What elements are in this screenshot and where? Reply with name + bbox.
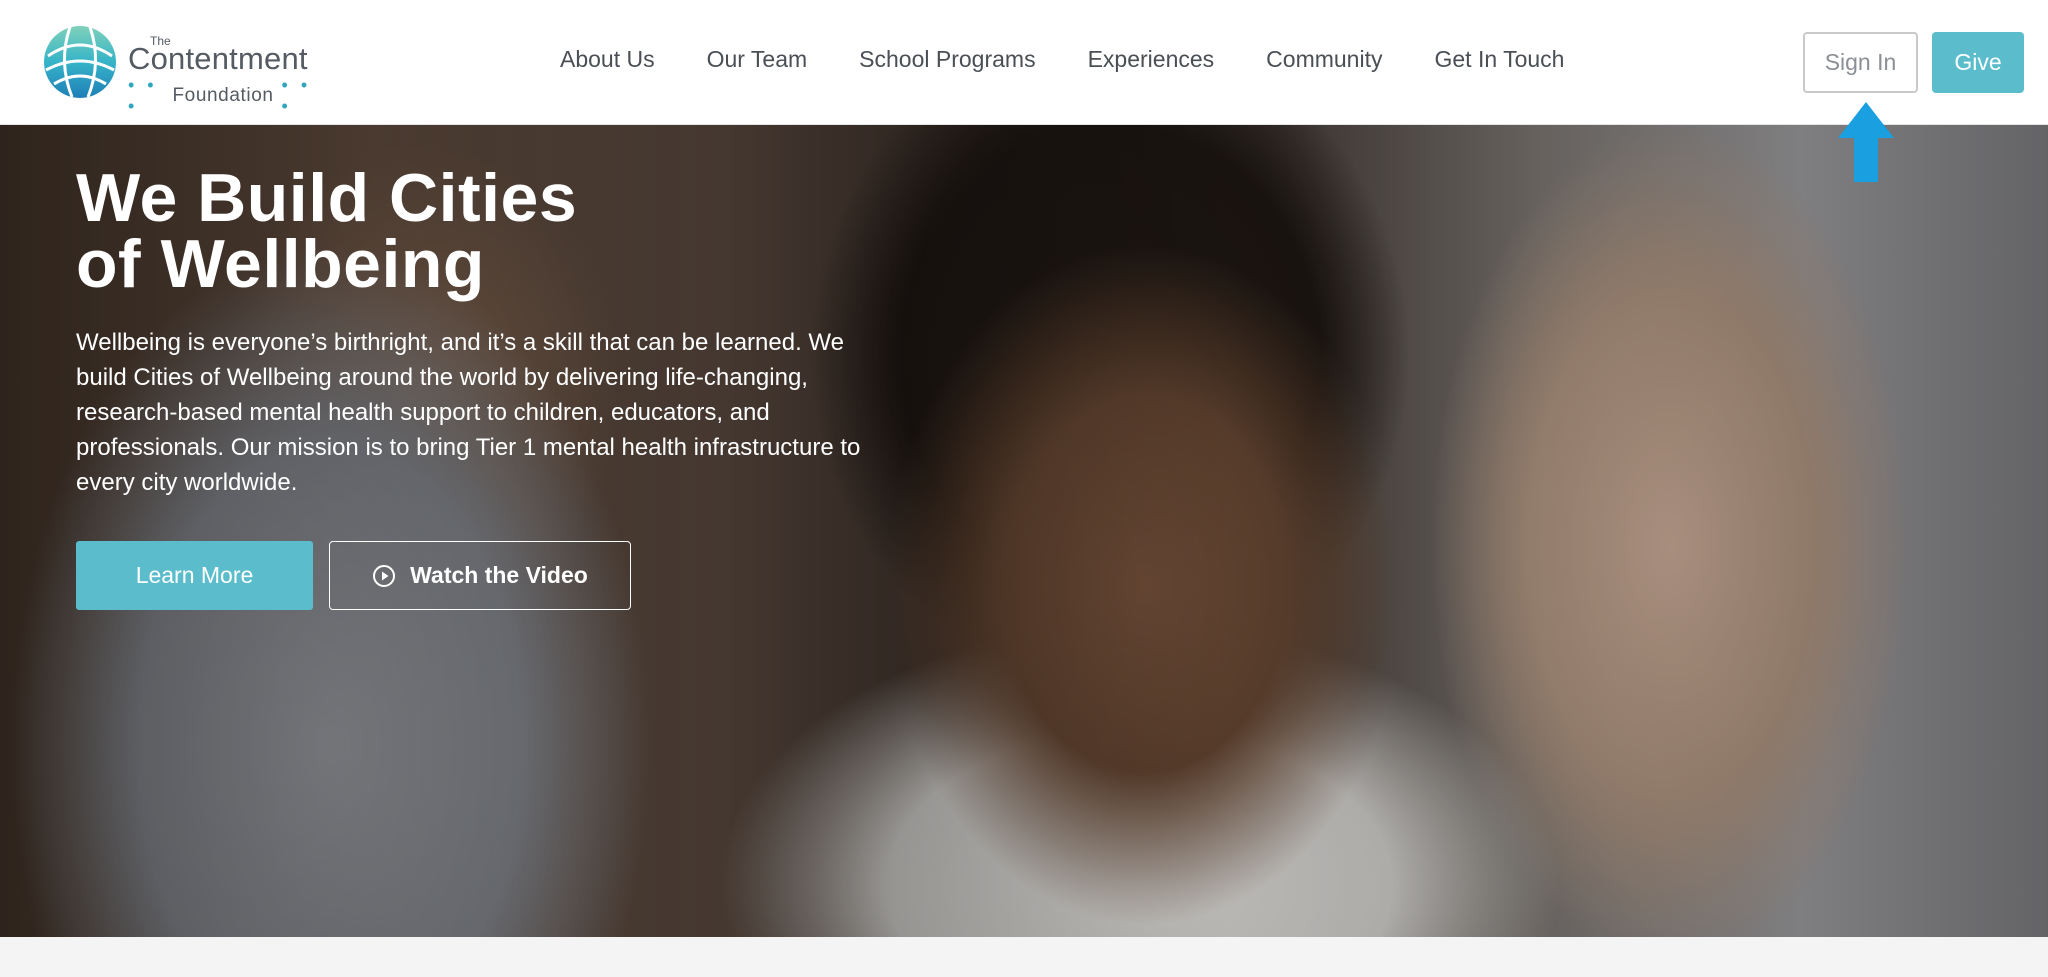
hero-title-line-1: We Build Cities [76, 160, 578, 236]
logo-dots-right: • • • [281, 75, 312, 116]
learn-more-button[interactable]: Learn More [76, 541, 313, 610]
main-nav: About Us Our Team School Programs Experi… [534, 46, 1590, 73]
up-arrow-icon [1838, 102, 1894, 182]
logo-main-text: Contentment [128, 41, 308, 76]
logo-sub-text: Foundation [172, 85, 274, 106]
page-bottom-strip [0, 937, 2048, 977]
watch-video-button[interactable]: Watch the Video [329, 541, 631, 610]
nav-school-programs[interactable]: School Programs [859, 46, 1035, 73]
hero-section: We Build Cities of Wellbeing Wellbeing i… [0, 125, 2048, 937]
logo-wordmark: The Contentment • • • Foundation • • • [128, 29, 318, 116]
logo-sub-row: • • • Foundation • • • [128, 75, 318, 117]
play-circle-icon [373, 564, 396, 587]
nav-our-team[interactable]: Our Team [707, 46, 808, 73]
hero-description: Wellbeing is everyone’s birthright, and … [76, 329, 861, 496]
hero-title-line-2: of Wellbeing [76, 226, 485, 302]
nav-about-us[interactable]: About Us [560, 46, 655, 73]
give-button[interactable]: Give [1932, 32, 2024, 93]
sign-in-button[interactable]: Sign In [1803, 32, 1918, 93]
hero-title: We Build Cities of Wellbeing [76, 160, 578, 302]
brand-logo[interactable]: The Contentment • • • Foundation • • • [42, 24, 318, 116]
watch-video-label: Watch the Video [410, 562, 588, 588]
logo-dots-left: • • • [128, 75, 158, 116]
globe-logo-icon [44, 26, 116, 98]
nav-community[interactable]: Community [1266, 46, 1382, 73]
site-header: The Contentment • • • Foundation • • • A… [0, 0, 2048, 125]
nav-experiences[interactable]: Experiences [1088, 46, 1215, 73]
nav-get-in-touch[interactable]: Get In Touch [1434, 46, 1564, 73]
